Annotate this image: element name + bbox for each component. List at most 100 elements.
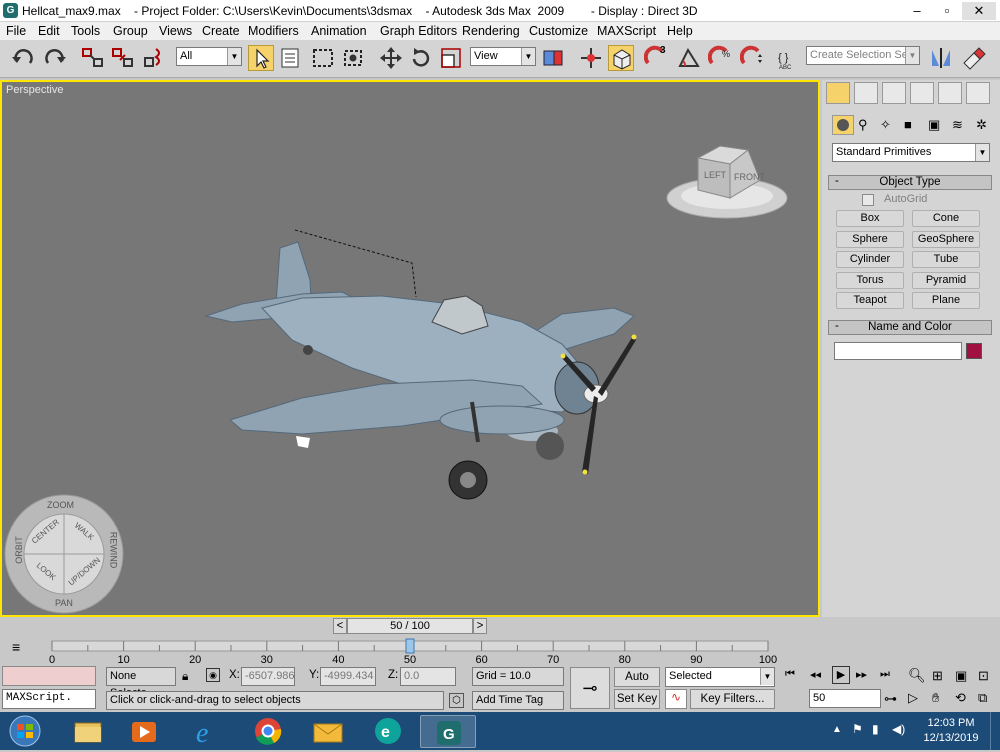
pan-view-icon[interactable]: ✋︎	[932, 690, 939, 706]
name-and-color-rollout[interactable]: - Name and Color	[828, 320, 992, 335]
tube-button[interactable]: Tube	[912, 251, 980, 268]
undo-icon[interactable]	[10, 45, 36, 71]
set-key-mode-icon[interactable]: ⊸	[570, 667, 610, 709]
menu-maxscript[interactable]: MAXScript	[597, 24, 656, 38]
menu-create[interactable]: Create	[202, 24, 240, 38]
orbit-icon[interactable]: ⟲	[955, 690, 966, 706]
unlink-icon[interactable]	[110, 45, 136, 71]
pyramid-button[interactable]: Pyramid	[912, 272, 980, 289]
geosphere-button[interactable]: GeoSphere	[912, 231, 980, 248]
menu-rendering[interactable]: Rendering	[462, 24, 520, 38]
curve-editor-icon[interactable]: ≡	[12, 639, 20, 655]
3ds-max-taskbar-icon[interactable]: G	[420, 715, 476, 748]
mail-icon[interactable]	[300, 715, 356, 748]
torus-button[interactable]: Torus	[836, 272, 904, 289]
motion-tab-icon[interactable]	[910, 82, 934, 104]
space-warps-icon[interactable]: ≋	[952, 117, 963, 133]
wheel-pan[interactable]: PAN	[55, 598, 73, 608]
mirror-icon[interactable]	[928, 45, 954, 71]
menu-customize[interactable]: Customize	[529, 24, 588, 38]
reference-coordinate-dropdown[interactable]: View ▼	[470, 47, 536, 66]
zoom-extents-all-icon[interactable]: ⊡	[978, 668, 989, 684]
cone-button[interactable]: Cone	[912, 210, 980, 227]
key-mode-toggle-icon[interactable]: ⊶	[884, 691, 897, 707]
menu-graph-editors[interactable]: Graph Editors	[380, 24, 457, 38]
time-tag-icon[interactable]: ⬡	[449, 693, 464, 708]
close-button[interactable]: ✕	[962, 2, 996, 20]
angle-snap-icon[interactable]	[676, 45, 702, 71]
cameras-icon[interactable]: ■	[904, 117, 912, 132]
menu-edit[interactable]: Edit	[38, 24, 60, 38]
menu-help[interactable]: Help	[667, 24, 693, 38]
category-dropdown[interactable]: Standard Primitives ▼	[832, 143, 990, 162]
wheel-orbit[interactable]: ORBIT	[14, 536, 24, 564]
zoom-all-icon[interactable]: ⊞	[932, 668, 943, 684]
wheel-zoom[interactable]: ZOOM	[47, 500, 74, 510]
lights-icon[interactable]: ✧	[880, 117, 891, 133]
wheel-rewind[interactable]: REWIND	[108, 532, 118, 569]
viewcube[interactable]: LEFT FRONT	[666, 140, 788, 222]
align-icon[interactable]	[960, 45, 986, 71]
z-coordinate-field[interactable]: 0.0	[400, 667, 456, 686]
select-and-link-icon[interactable]	[80, 45, 106, 71]
next-frame-icon[interactable]: ▸▸	[856, 668, 867, 681]
minimize-button[interactable]: –	[904, 2, 930, 20]
file-explorer-icon[interactable]	[60, 715, 116, 748]
app-icon[interactable]: G	[3, 3, 18, 18]
eset-icon[interactable]: e	[360, 715, 416, 748]
network-icon[interactable]: ▮	[872, 722, 879, 736]
percent-snap-icon[interactable]: %	[707, 45, 734, 71]
go-to-start-icon[interactable]: ⏮	[785, 668, 795, 681]
window-crossing-icon[interactable]	[340, 45, 366, 71]
geometry-icon[interactable]	[832, 115, 854, 135]
teapot-button[interactable]: Teapot	[836, 292, 904, 309]
flag-icon[interactable]: ⚑	[852, 722, 863, 736]
menu-file[interactable]: File	[6, 24, 26, 38]
show-desktop-button[interactable]	[990, 712, 1000, 750]
maxscript-listener-field[interactable]: MAXScript.	[2, 689, 96, 709]
y-coordinate-field[interactable]: -4999.434	[320, 667, 376, 686]
time-slider-next-button[interactable]: >	[473, 618, 487, 634]
select-by-name-icon[interactable]	[278, 45, 304, 71]
maxscript-listener-top[interactable]	[2, 666, 96, 686]
menu-animation[interactable]: Animation	[311, 24, 367, 38]
rotate-icon[interactable]	[408, 45, 434, 71]
spinner-snap-icon[interactable]	[739, 45, 766, 71]
lock-selection-icon[interactable]: 🔒︎	[182, 669, 188, 684]
time-slider-prev-button[interactable]: <	[333, 618, 347, 634]
maximize-viewport-icon[interactable]: ⧉	[978, 690, 987, 706]
menu-tools[interactable]: Tools	[71, 24, 100, 38]
time-slider[interactable]: 50 / 100	[347, 618, 473, 634]
viewcube-front-face[interactable]: FRONT	[734, 172, 765, 182]
hierarchy-tab-icon[interactable]	[882, 82, 906, 104]
box-button[interactable]: Box	[836, 210, 904, 227]
menu-modifiers[interactable]: Modifiers	[248, 24, 299, 38]
autogrid-checkbox[interactable]	[862, 194, 874, 206]
current-frame-field[interactable]: 50	[809, 689, 881, 708]
select-and-manipulate-icon[interactable]	[578, 45, 604, 71]
zoom-icon[interactable]: 🔍︎	[908, 667, 926, 684]
add-time-tag-field[interactable]: Add Time Tag	[472, 691, 564, 710]
maximize-button[interactable]: ▫	[934, 2, 960, 20]
auto-key-button[interactable]: Auto Key	[614, 667, 660, 701]
internet-explorer-icon[interactable]: e	[180, 715, 236, 749]
object-color-swatch[interactable]	[966, 343, 982, 359]
edit-named-selection-icon[interactable]: { } ABC	[776, 45, 802, 71]
start-button[interactable]	[4, 715, 46, 748]
modify-tab-icon[interactable]	[854, 82, 878, 104]
absolute-mode-icon[interactable]: ◉	[206, 668, 220, 682]
key-mode-dropdown[interactable]: Selected ▼	[665, 667, 775, 687]
redo-icon[interactable]	[42, 45, 68, 71]
track-bar[interactable]: ≡ 0 10 20 30 40 50 60 70 80 90 100	[0, 637, 820, 665]
play-icon[interactable]: ▶	[832, 666, 850, 684]
pivot-center-icon[interactable]	[540, 45, 566, 71]
key-filters-button[interactable]: Key Filters...	[690, 689, 775, 709]
previous-frame-icon[interactable]: ◂◂	[810, 668, 821, 681]
default-in-out-tangent-icon[interactable]: ∿	[665, 689, 687, 709]
chrome-icon[interactable]	[240, 715, 296, 748]
sphere-button[interactable]: Sphere	[836, 231, 904, 248]
shapes-icon[interactable]: ⚲	[858, 117, 868, 133]
helpers-icon[interactable]: ▣	[928, 117, 940, 133]
named-selection-sets-field[interactable]: Create Selection Set ▼	[806, 46, 920, 65]
cylinder-button[interactable]: Cylinder	[836, 251, 904, 268]
